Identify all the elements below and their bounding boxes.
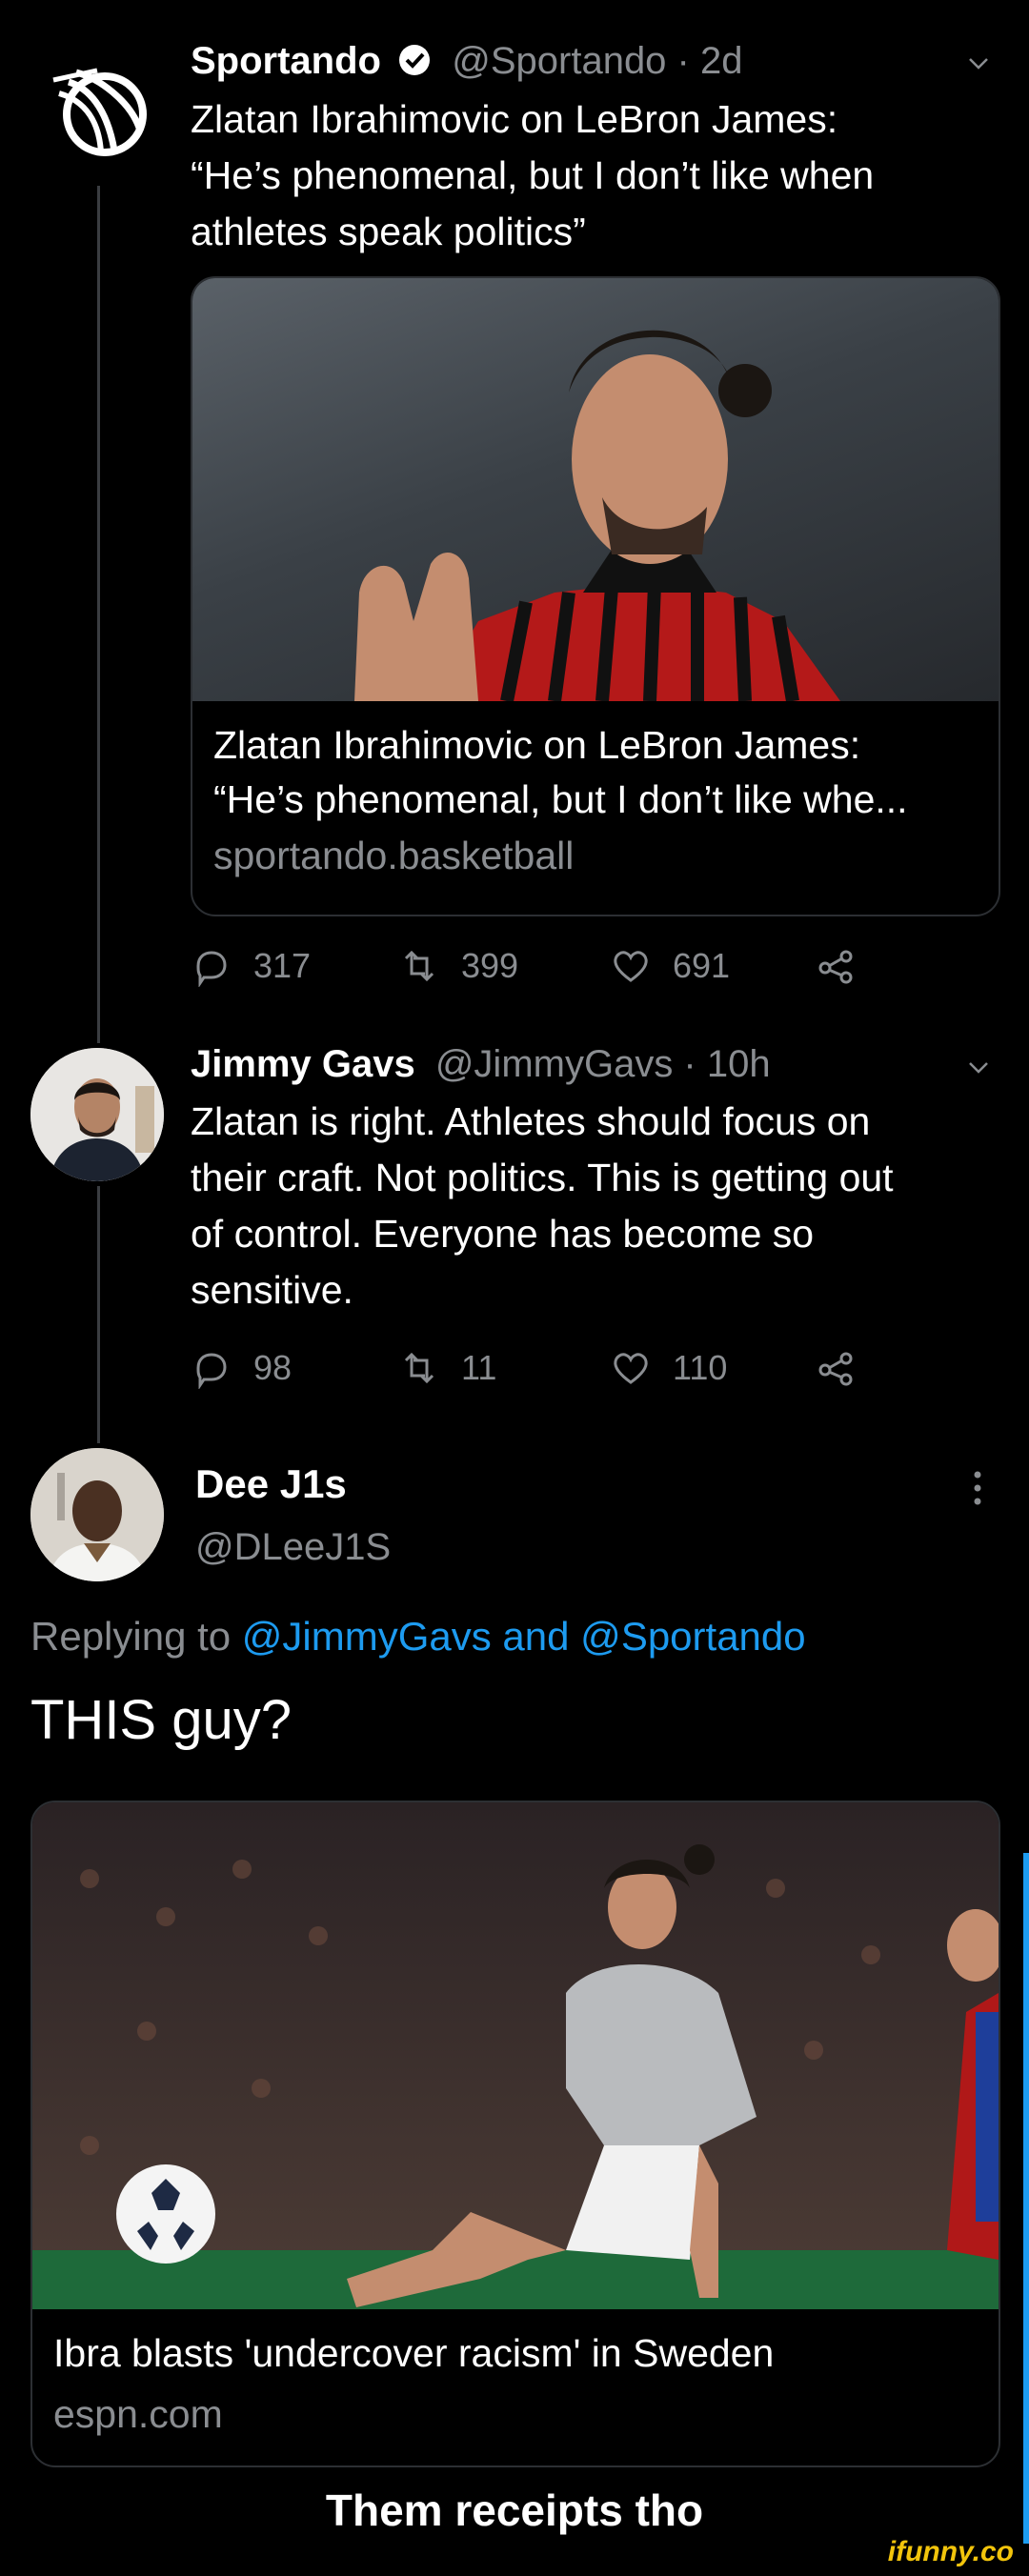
card-domain: espn.com (53, 2392, 223, 2436)
author-name[interactable]: Jimmy Gavs (191, 1043, 415, 1085)
replying-to: Replying to @JimmyGavs and @Sportando (30, 1614, 806, 1660)
like-count: 691 (673, 946, 731, 985)
like-button[interactable]: 691 (610, 941, 730, 991)
tweet-text-line: Zlatan is right. Athletes should focus o… (191, 1099, 871, 1143)
retweet-button[interactable]: 11 (398, 1343, 496, 1393)
reply-icon (196, 951, 227, 987)
tweet-text-line: their craft. Not politics. This is getti… (191, 1156, 894, 1199)
chevron-down-icon[interactable] (968, 53, 989, 74)
card-title-line: “He’s phenomenal, but I don’t like whe..… (213, 777, 908, 821)
tweet-text-line: sensitive. (191, 1268, 353, 1312)
card-domain: sportando.basketball (213, 834, 575, 877)
author-handle[interactable]: @JimmyGavs · 10h (435, 1043, 771, 1085)
tweet-header: Jimmy Gavs @JimmyGavs · 10h (191, 1041, 771, 1087)
author-name[interactable]: Sportando (191, 40, 381, 82)
heart-icon (614, 951, 648, 982)
thread-line (97, 1186, 100, 1443)
more-options-icon[interactable] (970, 1469, 985, 1507)
card-title: Ibra blasts 'undercover racism' in Swede… (53, 2331, 775, 2375)
thread-line (97, 186, 100, 1043)
link-card[interactable]: Zlatan Ibrahimovic on LeBron James: “He’… (191, 276, 1000, 916)
tweet-text-line: athletes speak politics” (191, 210, 586, 253)
share-icon (818, 950, 853, 984)
share-icon (818, 1352, 853, 1386)
link-card[interactable]: Ibra blasts 'undercover racism' in Swede… (30, 1801, 1000, 2467)
reply-count: 317 (253, 946, 312, 985)
scrollbar[interactable] (1023, 1853, 1029, 2544)
retweet-count: 11 (461, 1348, 497, 1387)
tweet-header: Sportando @Sportando · 2d (191, 38, 742, 88)
replying-to-users[interactable]: @JimmyGavs and @Sportando (242, 1614, 806, 1659)
retweet-count: 399 (461, 946, 519, 985)
avatar-sportando[interactable] (30, 46, 164, 179)
tweet-actions: 98 11 110 (191, 1343, 1000, 1393)
card-image (32, 1802, 999, 2309)
retweet-button[interactable]: 399 (398, 941, 518, 991)
reply-count: 98 (253, 1348, 293, 1387)
card-title: Zlatan Ibrahimovic on LeBron James: “He’… (213, 718, 985, 827)
author-name[interactable]: Dee J1s (195, 1461, 347, 1507)
like-count: 110 (673, 1348, 728, 1387)
tweet-text-line: of control. Everyone has become so (191, 1212, 815, 1256)
reply-button[interactable]: 98 (191, 1343, 292, 1393)
tweet-text-line: “He’s phenomenal, but I don’t like when (191, 153, 875, 197)
tweet-text: Zlatan is right. Athletes should focus o… (191, 1094, 894, 1318)
tweet-text: Zlatan Ibrahimovic on LeBron James: “He’… (191, 91, 874, 260)
tweet-text-line: Zlatan Ibrahimovic on LeBron James: (191, 97, 838, 141)
avatar-deej1s[interactable] (30, 1448, 164, 1581)
reply-button[interactable]: 317 (191, 941, 311, 991)
retweet-icon (404, 1352, 434, 1384)
watermark: ifunny.co (887, 2536, 1014, 2567)
share-button[interactable] (816, 941, 858, 991)
tweet-actions: 317 399 691 (191, 941, 1000, 991)
replying-to-prefix: Replying to (30, 1614, 242, 1659)
like-button[interactable]: 110 (610, 1343, 727, 1393)
avatar-jimmygavs[interactable] (30, 1048, 164, 1181)
sportando-logo-icon (52, 68, 147, 156)
heart-icon (614, 1353, 648, 1384)
share-button[interactable] (816, 1343, 858, 1393)
author-handle[interactable]: @Sportando · 2d (452, 40, 742, 82)
author-handle[interactable]: @DLeeJ1S (195, 1526, 391, 1569)
retweet-icon (404, 950, 434, 982)
card-title-line: Zlatan Ibrahimovic on LeBron James: (213, 723, 861, 767)
chevron-down-icon[interactable] (968, 1057, 989, 1078)
meme-caption: Them receipts tho (325, 2485, 704, 2535)
reply-icon (196, 1353, 227, 1389)
verified-badge-icon (397, 42, 432, 88)
tweet-text: THIS guy? (30, 1689, 292, 1751)
card-image (192, 278, 999, 701)
